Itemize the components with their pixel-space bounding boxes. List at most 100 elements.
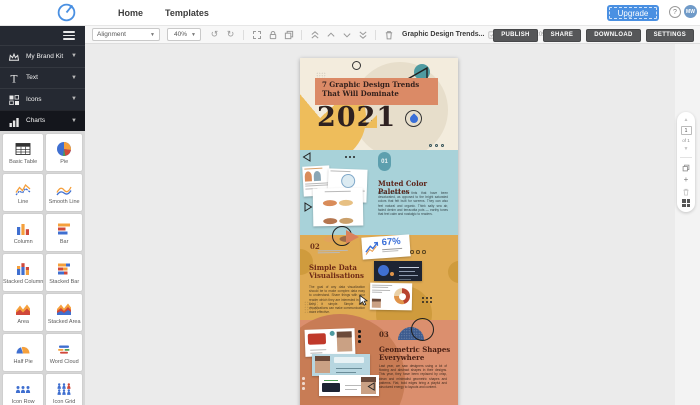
- chart-type-stacked-column[interactable]: Stacked Column: [3, 254, 43, 291]
- page-overview-icon[interactable]: [682, 199, 690, 207]
- undo-icon[interactable]: ↺: [209, 29, 220, 40]
- chart-type-stacked-bar[interactable]: Stacked Bar: [46, 254, 82, 291]
- growth-arrows-icon: [363, 238, 380, 255]
- section-number-badge: 01: [378, 152, 391, 171]
- chart-type-stacked-area[interactable]: Stacked Area: [46, 294, 82, 331]
- geo-example-card[interactable]: [312, 354, 370, 376]
- charts-icon: [8, 115, 20, 127]
- section-body-text[interactable]: Last year, we saw designers using a lot …: [379, 364, 447, 398]
- word-cloud-chart-icon: [56, 341, 72, 357]
- left-sidebar: My Brand Kit ▼ TText▼Icons▼Charts▼ Basic T…: [0, 26, 85, 405]
- chart-type-label: Stacked Area: [48, 319, 81, 325]
- select-area-icon[interactable]: [251, 29, 262, 40]
- editor-canvas[interactable]: 7 Graphic Design Trends That Will Domina…: [85, 44, 700, 405]
- document-title[interactable]: Graphic Design Trends...: [402, 31, 484, 38]
- stacked-bar-chart-icon: [56, 261, 72, 277]
- three-rings-deco: [410, 250, 426, 254]
- top-navbar: Home Templates Upgrade ? MW: [0, 0, 700, 26]
- redo-icon[interactable]: ↻: [225, 29, 236, 40]
- alignment-dropdown-label: Alignment: [97, 31, 126, 38]
- infographic-page[interactable]: 7 Graphic Design Trends That Will Domina…: [300, 58, 458, 405]
- chart-type-line[interactable]: Line: [3, 174, 43, 211]
- section-muted-color-palettes[interactable]: 01 Muted Color Palettes Muted colors are…: [300, 150, 458, 235]
- photo-thumbnail: [372, 299, 381, 308]
- divider: [375, 30, 376, 40]
- my-brand-kit-icon: [8, 50, 20, 62]
- chart-type-pie[interactable]: Pie: [46, 134, 82, 171]
- send-backward-icon[interactable]: [341, 29, 352, 40]
- chart-type-label: Basic Table: [9, 159, 37, 165]
- geo-example-card[interactable]: [305, 328, 356, 357]
- bring-forward-icon[interactable]: [325, 29, 336, 40]
- chevron-down-icon: ▼: [71, 118, 77, 124]
- nav-link-templates[interactable]: Templates: [165, 8, 209, 18]
- brand-logo-icon[interactable]: [57, 3, 76, 22]
- delete-icon[interactable]: [383, 29, 394, 40]
- sidebar-item-my-brand-kit[interactable]: My Brand Kit ▼: [0, 45, 85, 67]
- sidebar-item-text[interactable]: TText▼: [0, 67, 85, 89]
- chart-type-icon-row[interactable]: Icon Row: [3, 374, 43, 405]
- settings-button[interactable]: SETTINGS: [646, 29, 694, 42]
- chart-type-label: Stacked Column: [3, 279, 43, 285]
- chart-type-half-pie[interactable]: Half Pie: [3, 334, 43, 371]
- chart-type-bar[interactable]: Bar: [46, 214, 82, 251]
- ring-outline-shape: [411, 318, 434, 341]
- section-heading[interactable]: Geometric Shapes Everywhere: [379, 346, 450, 362]
- vertical-dots-deco: [302, 377, 305, 390]
- share-button[interactable]: SHARE: [543, 29, 582, 42]
- icon-grid-chart-icon: [56, 381, 72, 397]
- alignment-dropdown[interactable]: Alignment ▼: [92, 28, 160, 41]
- stat-value: 67%: [381, 237, 402, 248]
- page-down-icon[interactable]: ▼: [684, 146, 689, 152]
- nav-link-home[interactable]: Home: [118, 8, 143, 18]
- section-geometric-shapes-everywhere[interactable]: 03 Geometric Shapes Everywhere Last year…: [300, 320, 458, 405]
- add-page-icon[interactable]: +: [682, 175, 691, 184]
- svg-text:T: T: [10, 73, 17, 84]
- sidebar-item-charts[interactable]: Charts▼: [0, 110, 85, 132]
- section-body-text[interactable]: Muted colors are tints that have been de…: [378, 191, 448, 223]
- delete-page-icon[interactable]: [682, 187, 691, 196]
- zoom-value: 40%: [174, 31, 187, 38]
- chevron-down-icon: ▼: [71, 53, 77, 59]
- chart-type-smooth-line[interactable]: Smooth Line: [46, 174, 82, 211]
- donut-chart-card[interactable]: [370, 283, 412, 311]
- photo-thumbnail: [315, 356, 330, 373]
- infographic-year[interactable]: 2021: [317, 102, 396, 133]
- chevron-down-icon: ▼: [71, 96, 77, 102]
- dark-chart-card[interactable]: [374, 261, 422, 281]
- yellow-triangle-shape: [364, 115, 377, 128]
- page-up-icon[interactable]: ▲: [684, 117, 689, 123]
- zoom-dropdown[interactable]: 40% ▼: [167, 28, 201, 41]
- sidebar-item-icons[interactable]: Icons▼: [0, 88, 85, 110]
- page-number-input[interactable]: 1: [681, 126, 692, 135]
- lock-icon[interactable]: [267, 29, 278, 40]
- sidebar-item-label: My Brand Kit: [26, 53, 63, 60]
- avatar[interactable]: MW: [684, 5, 697, 18]
- chart-type-basic-table[interactable]: Basic Table: [3, 134, 43, 171]
- stat-card[interactable]: 67%: [361, 234, 410, 259]
- app-window: Home Templates Upgrade ? MW Alignment ▼ 4…: [0, 0, 700, 405]
- upgrade-button[interactable]: Upgrade: [607, 5, 659, 21]
- title-banner[interactable]: 7 Graphic Design Trends That Will Domina…: [315, 78, 438, 105]
- download-button[interactable]: DOWNLOAD: [586, 29, 640, 42]
- toolbar-icon-group: ↺ ↻: [209, 29, 394, 40]
- chart-type-icon-grid[interactable]: Icon Grid: [46, 374, 82, 405]
- bring-to-front-icon[interactable]: [309, 29, 320, 40]
- duplicate-page-icon[interactable]: [682, 163, 691, 172]
- chart-type-word-cloud[interactable]: Word Cloud: [46, 334, 82, 371]
- infographic-title-line2: That Will Dominate: [322, 90, 438, 99]
- icon-row-chart-icon: [15, 381, 31, 397]
- divider: [680, 157, 692, 158]
- palette-example-card[interactable]: [313, 188, 364, 227]
- publish-button[interactable]: PUBLISH: [493, 29, 537, 42]
- hamburger-menu-icon[interactable]: [63, 29, 75, 42]
- section-body-text[interactable]: The goal of any data visualization shoul…: [309, 285, 365, 315]
- duplicate-icon[interactable]: [283, 29, 294, 40]
- help-button[interactable]: ?: [669, 6, 681, 18]
- transition-triangle-shape: [346, 230, 359, 244]
- send-to-back-icon[interactable]: [357, 29, 368, 40]
- chart-type-area[interactable]: Area: [3, 294, 43, 331]
- section-heading[interactable]: Simple Data Visualisations: [309, 264, 364, 280]
- infographic-header[interactable]: 7 Graphic Design Trends That Will Domina…: [300, 58, 458, 150]
- chart-type-column[interactable]: Column: [3, 214, 43, 251]
